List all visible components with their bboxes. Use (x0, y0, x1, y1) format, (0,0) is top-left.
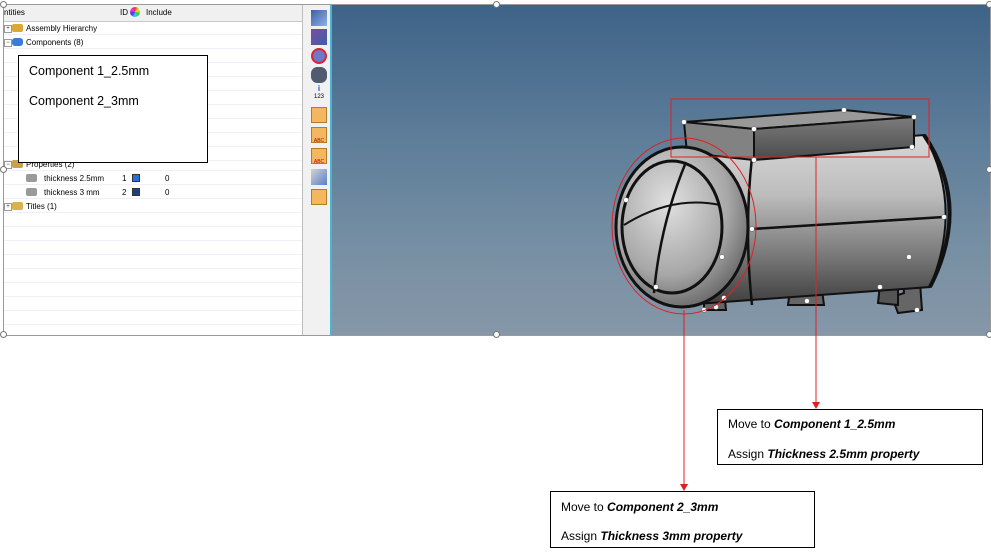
isolate-icon[interactable] (311, 48, 327, 64)
component-2-label[interactable]: Component 2_3mm (29, 94, 139, 108)
graphics-viewport[interactable] (332, 5, 990, 335)
abc-marker-icon[interactable]: ABC (311, 148, 327, 165)
column-include[interactable]: Include (146, 8, 172, 17)
column-id[interactable]: ID (120, 8, 128, 17)
chart-icon[interactable] (311, 107, 327, 123)
tree-row-label: Titles (1) (26, 202, 57, 211)
resize-handle[interactable] (986, 1, 991, 8)
abc-grid-icon[interactable]: ABC (311, 127, 327, 144)
tree-row-titles[interactable]: + Titles (1) (4, 200, 302, 213)
callout-line-2: Assign Thickness 2.5mm property (728, 447, 920, 461)
resize-handle[interactable] (493, 331, 500, 338)
component-1-label[interactable]: Component 1_2.5mm (29, 64, 149, 78)
callout-line-2: Assign Thickness 3mm property (561, 529, 743, 543)
tree-row (4, 284, 302, 297)
resize-handle[interactable] (986, 331, 991, 338)
tree-row-label: thickness 2.5mm (44, 174, 105, 183)
resize-handle[interactable] (986, 166, 991, 173)
property-id: 1 (122, 174, 127, 183)
entity-filter-icon[interactable] (311, 10, 327, 26)
resize-handle[interactable] (0, 331, 7, 338)
property-id: 2 (122, 188, 127, 197)
tree-row (4, 298, 302, 311)
tree-row (4, 228, 302, 241)
icon-label-123: 123 (313, 94, 324, 100)
callout-component-2: Move to Component 2_3mm Assign Thickness… (550, 491, 815, 548)
tree-row-assembly-hierarchy[interactable]: + Assembly Hierarchy (4, 22, 302, 35)
tree-row-thickness-3mm[interactable]: thickness 3 mm 2 0 (4, 186, 302, 199)
components-icon (12, 38, 23, 46)
color-wheel-icon[interactable] (130, 7, 140, 17)
resize-handle[interactable] (0, 1, 7, 8)
info-123-icon[interactable]: i 123 (311, 85, 327, 101)
callout-line-1: Move to Component 1_2.5mm (728, 417, 896, 431)
tree-row-label: thickness 3 mm (44, 188, 100, 197)
property-include: 0 (165, 174, 170, 183)
components-popup: Component 1_2.5mm Component 2_3mm (18, 55, 208, 163)
transfer-icon[interactable] (311, 169, 327, 185)
expand-icon[interactable]: + (4, 25, 12, 33)
expand-icon[interactable]: + (4, 203, 12, 211)
vertical-toolbar: i 123 ABC ABC (302, 5, 332, 335)
titles-icon (12, 202, 23, 210)
tank-model[interactable] (332, 5, 990, 335)
property-color-swatch[interactable] (132, 188, 140, 196)
tree-row (4, 242, 302, 255)
screenshot-panel: ntities ID Include + Assembly Hierarchy … (0, 1, 991, 338)
entity-selection-icon[interactable] (311, 29, 327, 45)
resize-handle[interactable] (0, 166, 7, 173)
tree-row (4, 270, 302, 283)
tree-row-label: Components (8) (26, 38, 84, 47)
tree-row-components[interactable]: − Components (8) (4, 36, 302, 49)
binoculars-icon[interactable] (311, 67, 327, 83)
tree-row (4, 214, 302, 227)
callout-line-1: Move to Component 2_3mm (561, 500, 719, 514)
color-map-icon[interactable] (311, 189, 327, 205)
resize-handle[interactable] (493, 1, 500, 8)
info-icon: i (317, 84, 321, 93)
tree-row-label: Assembly Hierarchy (26, 24, 98, 33)
collapse-icon[interactable]: − (4, 39, 12, 47)
property-include: 0 (165, 188, 170, 197)
tree-row (4, 256, 302, 269)
arrow-head-icon (812, 402, 820, 409)
icon-label-abc: ABC (313, 138, 325, 144)
arrow-head-icon (680, 484, 688, 491)
property-color-swatch[interactable] (132, 174, 140, 182)
assembly-icon (12, 24, 23, 32)
entity-browser-header: ntities ID Include (4, 5, 302, 22)
callout-component-1: Move to Component 1_2.5mm Assign Thickne… (717, 409, 983, 465)
tree-row-thickness-2-5mm[interactable]: thickness 2.5mm 1 0 (4, 172, 302, 185)
icon-label-abc: ABC (313, 159, 325, 165)
property-icon (26, 174, 37, 182)
property-icon (26, 188, 37, 196)
tree-row (4, 312, 302, 325)
column-entities[interactable]: ntities (4, 8, 25, 17)
